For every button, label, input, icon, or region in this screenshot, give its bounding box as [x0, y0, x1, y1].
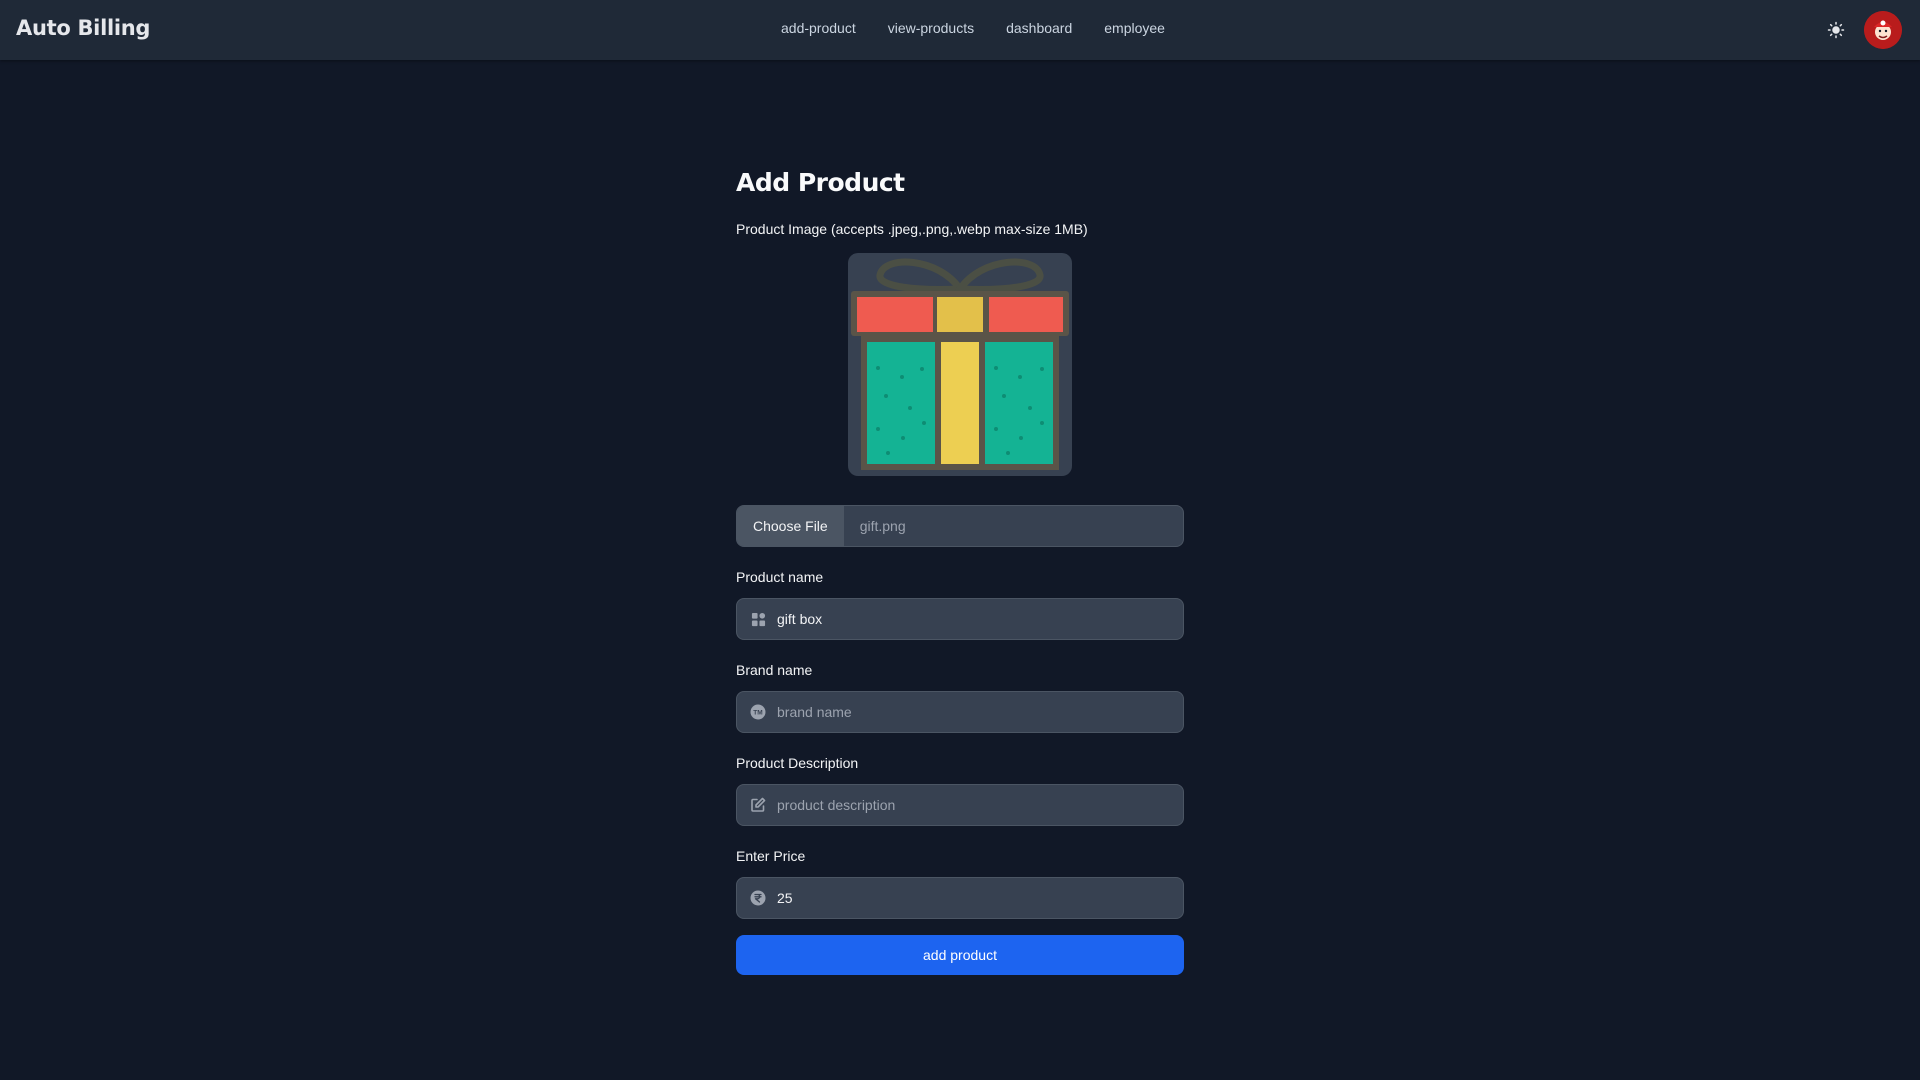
product-description-field[interactable] [736, 784, 1184, 826]
sun-icon [1827, 21, 1845, 39]
nav-links: add-product view-products dashboard empl… [765, 20, 1181, 36]
product-description-input[interactable] [777, 797, 1167, 813]
product-name-input[interactable] [777, 611, 1167, 627]
page-title: Add Product [736, 168, 905, 197]
top-navbar: Auto Billing add-product view-products d… [0, 0, 1920, 60]
brand-logo[interactable]: Auto Billing [16, 16, 150, 40]
product-image-file-input[interactable]: Choose File gift.png [736, 505, 1184, 547]
product-description-label: Product Description [736, 755, 859, 771]
user-avatar[interactable] [1864, 11, 1902, 49]
add-product-button[interactable]: add product [736, 935, 1184, 975]
nav-link-dashboard[interactable]: dashboard [990, 20, 1088, 36]
product-name-label: Product name [736, 569, 824, 585]
gift-box-icon [851, 258, 1069, 470]
brand-name-field[interactable]: TM [736, 691, 1184, 733]
add-product-form: Add Product Product Image (accepts .jpeg… [736, 168, 1184, 975]
brand-name-input[interactable] [777, 704, 1167, 720]
nav-link-employee[interactable]: employee [1088, 20, 1181, 36]
price-label: Enter Price [736, 848, 806, 864]
theme-toggle-button[interactable] [1824, 18, 1848, 42]
trademark-icon: TM [750, 704, 766, 720]
product-image-preview [848, 253, 1072, 476]
svg-text:TM: TM [753, 710, 762, 717]
price-input[interactable] [777, 890, 1167, 906]
grid-icon [750, 611, 766, 627]
product-image-label: Product Image (accepts .jpeg,.png,.webp … [736, 221, 1088, 237]
choose-file-button[interactable]: Choose File [737, 506, 844, 546]
edit-icon [750, 797, 766, 813]
rupee-icon [750, 890, 766, 906]
nav-link-add-product[interactable]: add-product [765, 20, 872, 36]
avatar-image [1864, 11, 1902, 49]
brand-name-label: Brand name [736, 662, 813, 678]
selected-file-name: gift.png [859, 518, 906, 534]
product-name-field[interactable] [736, 598, 1184, 640]
nav-link-view-products[interactable]: view-products [872, 20, 990, 36]
price-field[interactable] [736, 877, 1184, 919]
